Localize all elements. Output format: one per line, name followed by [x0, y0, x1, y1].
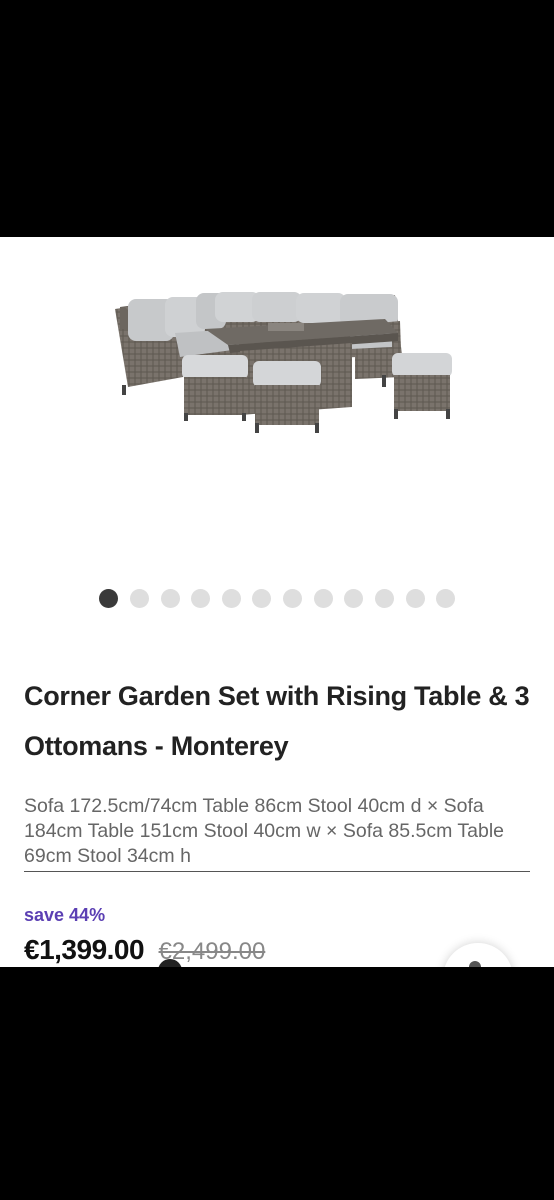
- gallery-pagination: [0, 589, 554, 609]
- current-price: €1,399.00: [24, 934, 145, 965]
- product-dimensions[interactable]: Sofa 172.5cm/74cm Table 86cm Stool 40cm …: [24, 794, 530, 872]
- product-page: Corner Garden Set with Rising Table & 3 …: [0, 237, 554, 967]
- price-row: €1,399.00 €2,499.00: [24, 934, 265, 966]
- gallery-dot[interactable]: [283, 589, 302, 608]
- gallery-dot[interactable]: [191, 589, 210, 608]
- discount-badge: save 44%: [24, 905, 106, 925]
- gallery-dot[interactable]: [314, 589, 333, 608]
- gallery-dot[interactable]: [375, 589, 394, 608]
- gallery-dot[interactable]: [436, 589, 455, 608]
- gallery-dot[interactable]: [99, 589, 118, 608]
- chat-icon: [469, 961, 481, 967]
- product-title: Corner Garden Set with Rising Table & 3 …: [24, 681, 530, 761]
- gallery-dot[interactable]: [222, 589, 241, 608]
- gallery-dot[interactable]: [130, 589, 149, 608]
- gallery-dot[interactable]: [406, 589, 425, 608]
- chat-button[interactable]: [443, 943, 513, 967]
- product-image: [115, 292, 452, 433]
- gallery-dot[interactable]: [252, 589, 271, 608]
- product-image-gallery[interactable]: [0, 237, 554, 587]
- gallery-dot[interactable]: [344, 589, 363, 608]
- gallery-dot[interactable]: [161, 589, 180, 608]
